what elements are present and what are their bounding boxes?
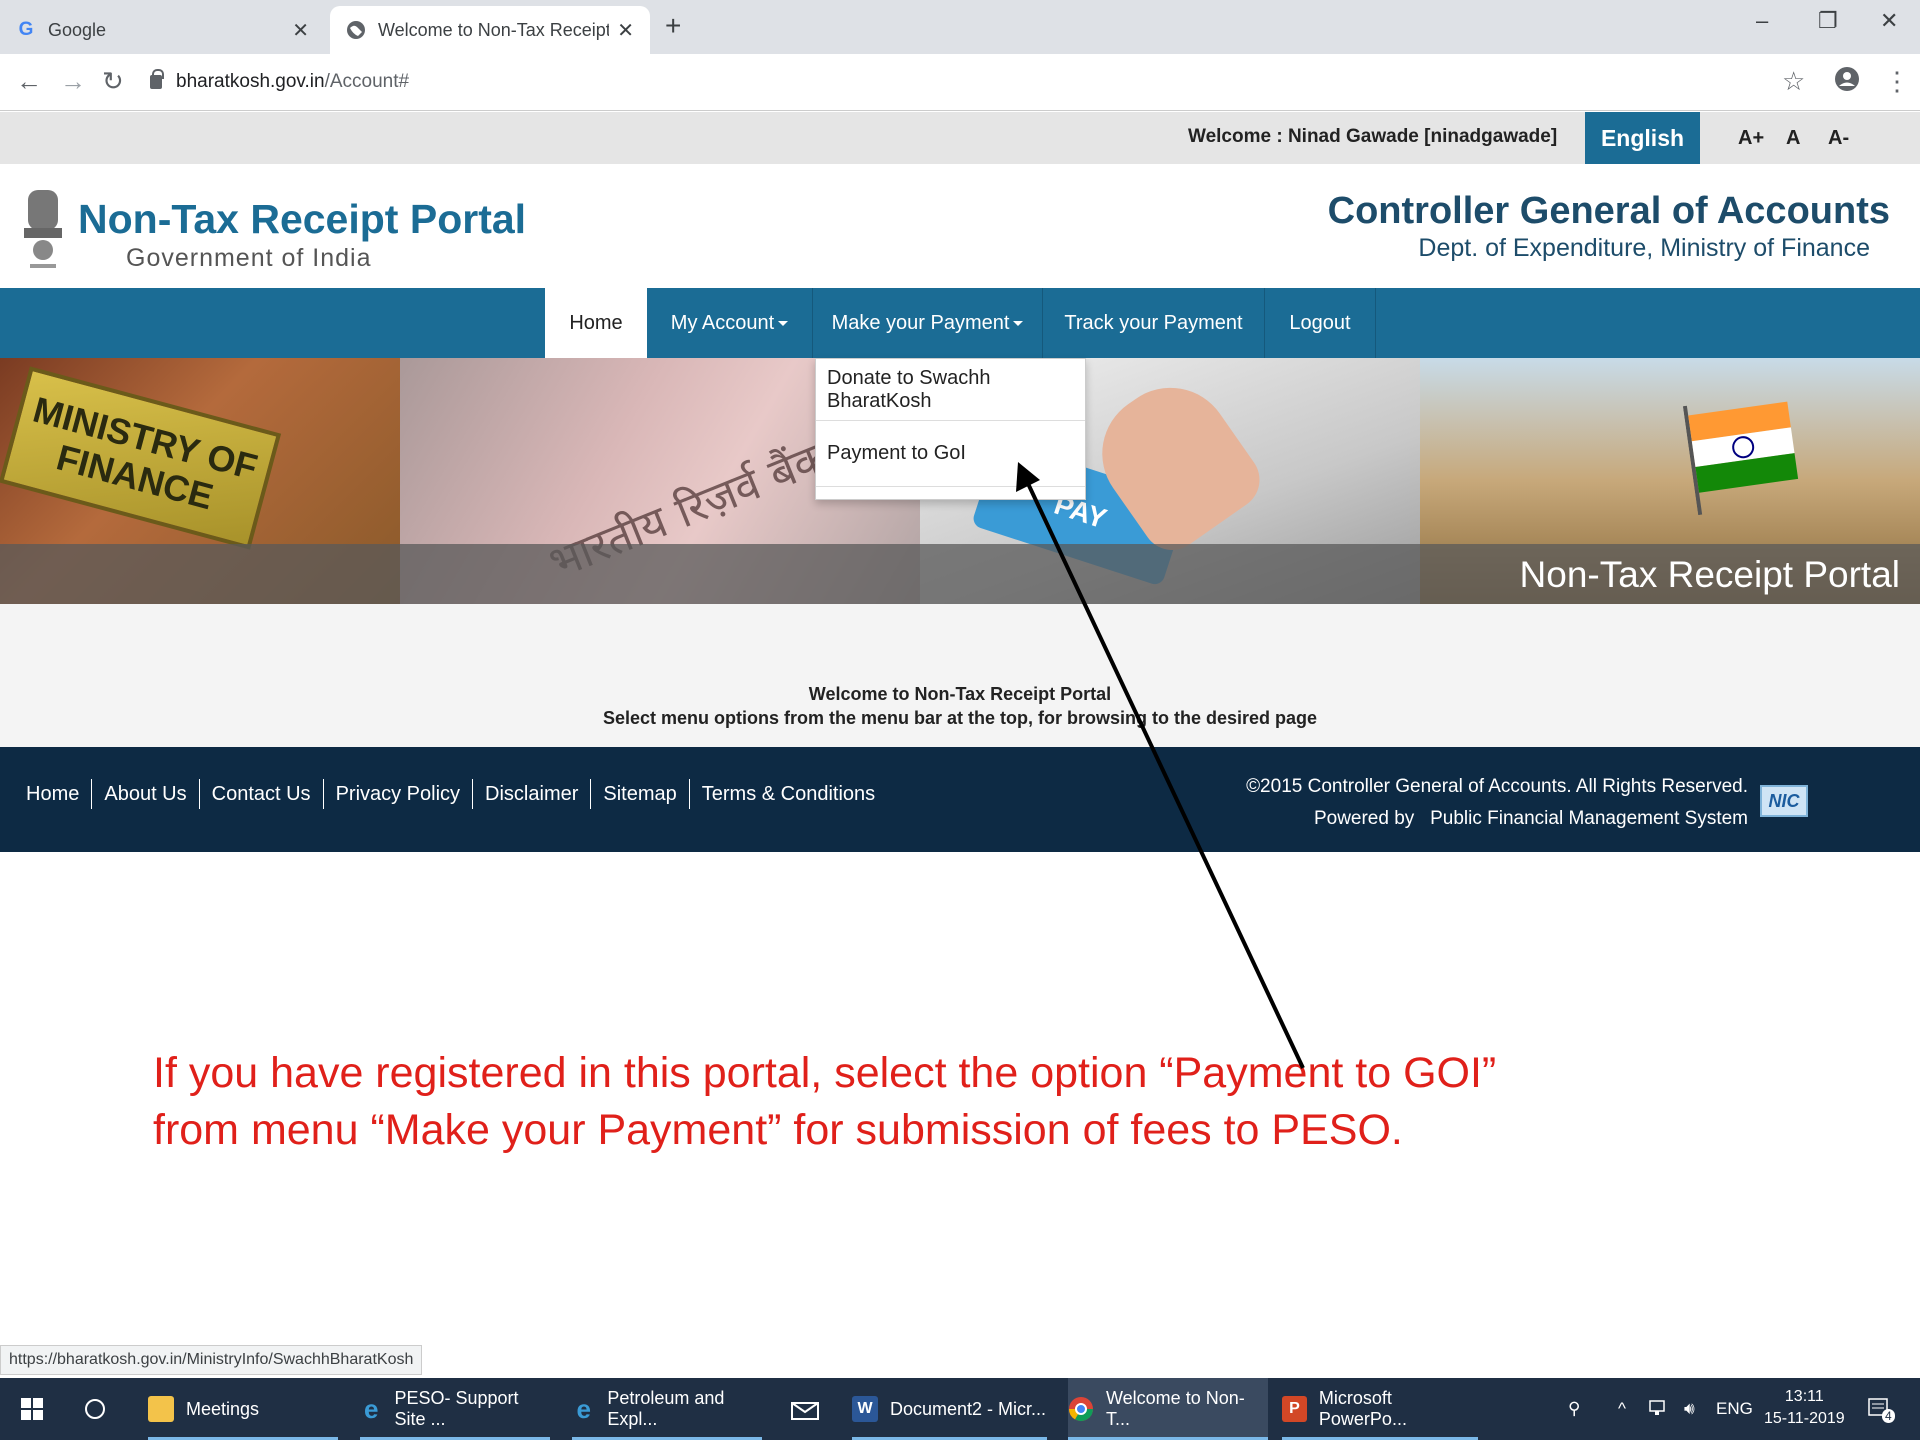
bookmark-star-icon[interactable]: ☆ — [1782, 66, 1805, 97]
language-button[interactable]: English — [1585, 112, 1700, 164]
footer-link-sitemap[interactable]: Sitemap — [591, 779, 690, 809]
menu-make-your-payment[interactable]: Make your Payment — [813, 288, 1042, 358]
font-decrease-button[interactable]: A- — [1828, 127, 1849, 150]
search-circle-icon[interactable] — [84, 1378, 106, 1440]
menu-kebab-icon[interactable]: ⋮ — [1884, 66, 1910, 97]
windows-taskbar: Meetings e PESO- Support Site ... e Petr… — [0, 1378, 1920, 1440]
notification-center-icon[interactable]: 4 — [1866, 1378, 1895, 1440]
tab-non-tax-portal[interactable]: Welcome to Non-Tax Receipt Por ✕ — [330, 6, 650, 54]
forward-icon[interactable]: → — [60, 66, 86, 97]
footer-links: Home About Us Contact Us Privacy Policy … — [14, 779, 887, 809]
portal-subtitle: Government of India — [126, 244, 372, 272]
menu-my-account[interactable]: My Account — [647, 288, 812, 358]
browser-tab-bar: G Google ✕ Welcome to Non-Tax Receipt Po… — [0, 0, 1920, 54]
taskbar-item-chrome-welcome[interactable]: Welcome to Non-T... — [1068, 1378, 1268, 1440]
footer-link-contact[interactable]: Contact Us — [200, 779, 324, 809]
menu-divider — [1375, 288, 1376, 358]
url-field[interactable]: bharatkosh.gov.in /Account# — [150, 64, 409, 100]
payment-dropdown-menu: Donate to Swachh BharatKosh Payment to G… — [815, 358, 1086, 500]
footer-copyright: ©2015 Controller General of Accounts. Al… — [1246, 776, 1748, 829]
tab-google[interactable]: G Google ✕ — [0, 6, 325, 54]
internet-explorer-icon: e — [363, 1393, 379, 1424]
back-icon[interactable]: ← — [16, 66, 42, 97]
footer-link-disclaimer[interactable]: Disclaimer — [473, 779, 592, 809]
national-emblem-icon — [24, 190, 62, 268]
taskbar-item-powerpoint[interactable]: P Microsoft PowerPo... — [1282, 1378, 1478, 1440]
taskbar-item-meetings[interactable]: Meetings — [148, 1378, 338, 1440]
font-normal-button[interactable]: A — [1786, 127, 1800, 150]
site-top-strip: Welcome : Ninad Gawade [ninadgawade] Eng… — [0, 112, 1920, 164]
cga-subtitle: Dept. of Expenditure, Ministry of Financ… — [1418, 234, 1870, 262]
status-bar-url: https://bharatkosh.gov.in/MinistryInfo/S… — [0, 1345, 423, 1375]
mail-icon[interactable] — [790, 1378, 820, 1440]
taskbar-item-document2[interactable]: W Document2 - Micr... — [852, 1378, 1047, 1440]
tab-title: Welcome to Non-Tax Receipt Por — [378, 19, 610, 40]
menu-logout[interactable]: Logout — [1265, 288, 1375, 358]
network-icon[interactable] — [1648, 1378, 1670, 1440]
menu-home[interactable]: Home — [545, 288, 647, 358]
address-bar: ← → ↻ bharatkosh.gov.in /Account# ☆ ⋮ — [0, 54, 1920, 111]
portal-title[interactable]: Non-Tax Receipt Portal — [78, 196, 526, 243]
welcome-heading: Welcome to Non-Tax Receipt Portal — [808, 684, 1112, 704]
font-increase-button[interactable]: A+ — [1738, 127, 1764, 150]
cga-title: Controller General of Accounts — [1327, 190, 1890, 232]
reload-icon[interactable]: ↻ — [102, 66, 124, 97]
site-footer: Home About Us Contact Us Privacy Policy … — [0, 747, 1920, 852]
speaker-icon[interactable]: 🔊︎ — [1684, 1378, 1695, 1440]
caret-down-icon — [778, 320, 789, 326]
minimize-icon[interactable]: – — [1756, 8, 1768, 34]
close-window-icon[interactable]: ✕ — [1880, 8, 1898, 34]
footer-link-terms[interactable]: Terms & Conditions — [690, 779, 887, 809]
close-icon[interactable]: ✕ — [617, 18, 634, 43]
input-language[interactable]: ENG — [1716, 1378, 1753, 1440]
main-menu: Home My Account Make your Payment Track … — [0, 288, 1920, 358]
start-windows-icon[interactable] — [20, 1378, 44, 1440]
internet-explorer-icon: e — [576, 1393, 591, 1424]
footer-link-home[interactable]: Home — [14, 779, 93, 809]
footer-link-about[interactable]: About Us — [92, 779, 200, 809]
google-icon: G — [18, 19, 34, 40]
menu-track-your-payment[interactable]: Track your Payment — [1043, 288, 1264, 358]
lock-icon — [150, 69, 164, 89]
account-icon[interactable] — [1834, 66, 1860, 99]
taskbar-item-petroleum[interactable]: e Petroleum and Expl... — [572, 1378, 762, 1440]
tab-title: Google — [48, 19, 107, 40]
folder-icon — [148, 1396, 174, 1422]
site-header: Non-Tax Receipt Portal Government of Ind… — [0, 164, 1920, 288]
banner-title: Non-Tax Receipt Portal — [1519, 554, 1900, 595]
instruction-annotation: If you have registered in this portal, s… — [153, 1049, 1497, 1154]
dropdown-item-donate-swachh[interactable]: Donate to Swachh BharatKosh — [816, 359, 1085, 421]
restore-icon[interactable]: ❐ — [1818, 8, 1838, 34]
chrome-icon — [1068, 1396, 1094, 1422]
footer-link-privacy[interactable]: Privacy Policy — [324, 779, 474, 809]
welcome-instructions: Select menu options from the menu bar at… — [602, 708, 1318, 728]
welcome-user-text: Welcome : Ninad Gawade [ninadgawade] — [1188, 126, 1558, 147]
nic-logo[interactable]: NIC — [1760, 785, 1808, 817]
new-tab-icon[interactable]: + — [665, 10, 681, 42]
powerpoint-icon: P — [1282, 1396, 1307, 1422]
caret-down-icon — [1013, 320, 1024, 326]
notification-count: 4 — [1882, 1409, 1895, 1423]
india-flag-icon — [1682, 401, 1799, 516]
word-document-icon: W — [852, 1396, 878, 1422]
globe-icon — [346, 20, 366, 40]
taskbar-item-peso-support[interactable]: e PESO- Support Site ... — [360, 1378, 550, 1440]
system-clock[interactable]: 13:11 15-11-2019 — [1764, 1386, 1845, 1430]
close-icon[interactable]: ✕ — [292, 18, 309, 43]
ministry-plate: MINISTRY OF FINANCE — [0, 366, 282, 550]
people-icon[interactable]: ⚲ — [1568, 1378, 1580, 1440]
welcome-section: Welcome to Non-Tax Receipt Portal Select… — [0, 604, 1920, 747]
chevron-up-icon[interactable]: ^ — [1618, 1378, 1626, 1440]
dropdown-item-payment-to-goi[interactable]: Payment to GoI — [816, 421, 1085, 487]
